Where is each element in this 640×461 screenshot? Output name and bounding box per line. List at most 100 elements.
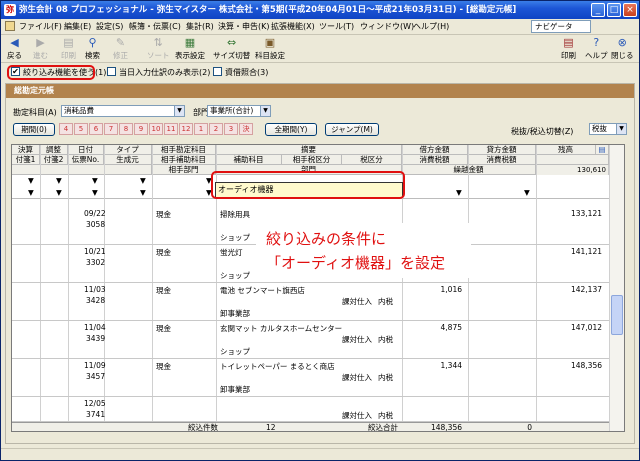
month-tab[interactable]: 6 [89, 123, 103, 135]
debit-sum: 148,356 [430, 423, 462, 432]
dropdown-icon[interactable]: ▼ [28, 176, 34, 185]
app-icon: 弥 [4, 4, 16, 16]
month-tab[interactable]: 1 [194, 123, 208, 135]
col-header[interactable]: 補助科目 [216, 155, 282, 165]
all-period-button[interactable]: 全期間(Y) [265, 123, 317, 136]
col-header[interactable]: 伝票No. [68, 155, 104, 165]
tax-select[interactable]: 税抜 ▼ [589, 123, 627, 135]
col-header[interactable]: 相手税区分 [282, 155, 342, 165]
col-header[interactable]: 生成元 [104, 155, 152, 165]
col-header[interactable]: 相手補助科目 [152, 155, 216, 165]
vertical-scrollbar[interactable] [609, 145, 624, 431]
dropdown-icon[interactable]: ▼ [456, 188, 462, 197]
col-header[interactable]: 貸方金額 [468, 145, 536, 155]
row-voucher: 3741 [86, 410, 106, 419]
help-button[interactable]: ? ヘルプ [585, 37, 608, 61]
forward-button[interactable]: ▶ 進む [33, 37, 48, 61]
menu-file[interactable]: ファイル(F) [19, 21, 62, 32]
menu-summary[interactable]: 集計(R) [186, 21, 214, 32]
month-tab[interactable]: 11 [164, 123, 178, 135]
filter-options: ✔ 絞り込み機能を使う(1) 当日入力仕訳のみ表示(2) 資借照合(3) [1, 64, 639, 80]
row-balance: 148,356 [570, 361, 602, 370]
ledger-checkbox[interactable] [213, 67, 222, 76]
dropdown-icon[interactable]: ▼ [92, 176, 98, 185]
month-tab[interactable]: 3 [224, 123, 238, 135]
row-date: 12/05 [84, 399, 106, 408]
dept-select[interactable]: 事業所(合計) ▼ [207, 105, 271, 117]
menu-window[interactable]: ウィンドウ(W) [360, 21, 414, 32]
dropdown-icon[interactable]: ▼ [140, 176, 146, 185]
dropdown-icon[interactable]: ▼ [56, 176, 62, 185]
dropdown-icon[interactable]: ▼ [28, 188, 34, 197]
count-value: 12 [266, 423, 276, 432]
row-tax-class: 課対仕入 [342, 411, 372, 420]
month-tab[interactable]: 5 [74, 123, 88, 135]
print-left-button[interactable]: ▤ 印刷 [61, 37, 76, 61]
row-date: 10/21 [84, 247, 106, 256]
search-button[interactable]: ⚲ 検索 [85, 37, 100, 61]
jump-button[interactable]: ジャンプ(M) [325, 123, 379, 136]
col-header[interactable]: 税区分 [342, 155, 402, 165]
navigator-button[interactable]: ナビゲータ [531, 20, 591, 33]
table-row[interactable]: 12/05 3741 課対仕入 内税 [12, 397, 609, 422]
table-row[interactable]: 11/09 3457 現金 トイレットペーパー まるとく商店 課対仕入 内税 卸… [12, 359, 609, 397]
minimize-button[interactable]: _ [591, 3, 605, 17]
month-tab[interactable]: 2 [209, 123, 223, 135]
month-tab[interactable]: 12 [179, 123, 193, 135]
maximize-button[interactable]: □ [607, 3, 621, 17]
close-window-button[interactable]: × [623, 3, 637, 17]
row-voucher: 3058 [86, 220, 106, 229]
col-header[interactable]: 残高 [536, 145, 596, 155]
menu-help[interactable]: ヘルプ(H) [413, 21, 449, 32]
scroll-thumb[interactable] [611, 295, 623, 335]
account-settings-button[interactable]: ▣ 科目設定 [255, 37, 285, 61]
grid-option-icon[interactable]: ▤ [596, 145, 609, 155]
dropdown-icon[interactable]: ▼ [524, 188, 530, 197]
col-header[interactable]: 日付 [68, 145, 104, 155]
month-tab[interactable]: 4 [59, 123, 73, 135]
back-button[interactable]: ◀ 戻る [7, 37, 22, 61]
col-header[interactable]: 消費税額 [402, 155, 468, 165]
display-settings-button[interactable]: ▦ 表示設定 [175, 37, 205, 61]
dropdown-icon[interactable]: ▼ [92, 188, 98, 197]
month-tab[interactable]: 決 [239, 123, 253, 135]
row-memo: 掃除用具 [220, 210, 250, 219]
window-title: 弥生会計 08 プロフェッショナル - 弥生マイスター 株式会社・第5期(平成2… [19, 5, 517, 15]
menu-settings[interactable]: 設定(S) [96, 21, 123, 32]
col-header[interactable]: 相手勘定科目 [152, 145, 216, 155]
row-dept: 卸事業部 [220, 309, 250, 318]
close-button[interactable]: ⊗ 閉じる [611, 37, 634, 61]
size-toggle-button[interactable]: ⇔ サイズ切替 [213, 37, 250, 61]
col-header[interactable]: タイプ [104, 145, 152, 155]
table-row[interactable]: 11/03 3428 現金 電池 セブンマート旗西店 課対仕入 内税 卸事業部 … [12, 283, 609, 321]
month-tab[interactable]: 10 [149, 123, 163, 135]
table-row[interactable]: 11/04 3439 現金 玄関マット カルタスホームセンター 課対仕入 内税 … [12, 321, 609, 359]
month-tab[interactable]: 9 [134, 123, 148, 135]
menu-edit[interactable]: 編集(E) [64, 21, 91, 32]
col-header[interactable]: 消費税額 [468, 155, 536, 165]
account-select[interactable]: 消耗品費 ▼ [61, 105, 185, 117]
col-header[interactable]: 摘要 [216, 145, 402, 155]
month-tab[interactable]: 8 [119, 123, 133, 135]
row-memo: 玄関マット カルタスホームセンター [220, 324, 343, 333]
row-date: 11/03 [84, 285, 106, 294]
dropdown-icon[interactable]: ▼ [56, 188, 62, 197]
col-header[interactable]: 繰越金額 [402, 165, 536, 175]
col-header[interactable]: 決算 [12, 145, 40, 155]
sort-button[interactable]: ⇅ ソート [147, 37, 170, 61]
dropdown-icon[interactable]: ▼ [140, 188, 146, 197]
col-header[interactable]: 借方金額 [402, 145, 468, 155]
period-button[interactable]: 期間(0) [13, 123, 55, 136]
month-tab[interactable]: 7 [104, 123, 118, 135]
col-header[interactable]: 調整 [40, 145, 68, 155]
menu-tools[interactable]: ツール(T) [319, 21, 354, 32]
col-header[interactable]: 相手部門 [152, 165, 216, 175]
menu-extensions[interactable]: 拡張機能(X) [271, 21, 315, 32]
print-button[interactable]: ▤ 印刷 [561, 37, 576, 61]
menu-closing[interactable]: 決算・申告(K) [218, 21, 270, 32]
today-checkbox[interactable] [107, 67, 116, 76]
menu-ledger[interactable]: 帳簿・伝票(C) [129, 21, 181, 32]
edit-button[interactable]: ✎ 修正 [113, 37, 128, 61]
col-header[interactable]: 付箋1 [12, 155, 40, 165]
col-header[interactable]: 付箋2 [40, 155, 68, 165]
